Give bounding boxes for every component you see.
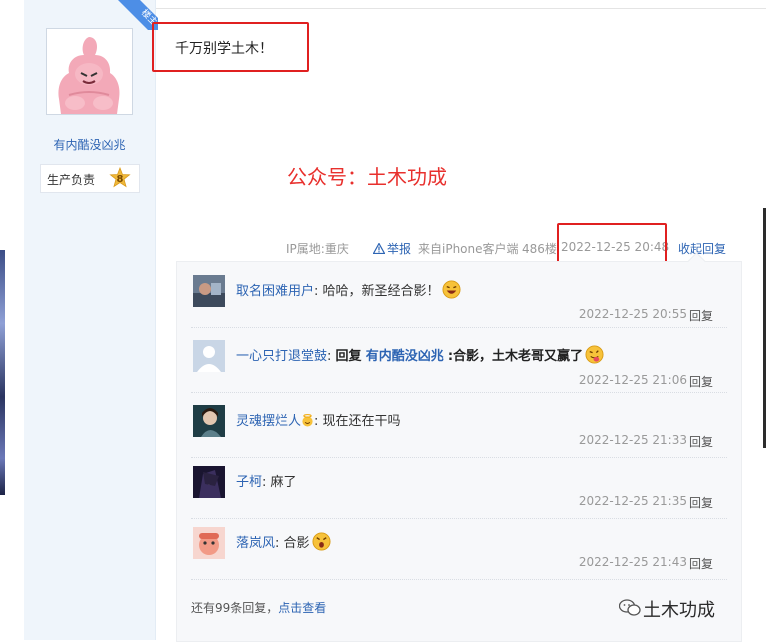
tongue-emoji-icon xyxy=(585,345,604,364)
reply-item: 灵魂摆烂人: 现在还在干吗 2022-12-25 21:33 回复 xyxy=(191,405,727,458)
reply-item: 一心只打退堂鼓: 回复 有内酷没凶兆 :合影，土木老哥又赢了 2022-12-2… xyxy=(191,340,727,393)
reply-item: 取名困难用户: 哈哈，新圣经合影！ 2022-12-25 20:55 回复 xyxy=(191,275,727,328)
left-edge-image-fragment xyxy=(0,250,5,495)
level-title: 生产负责 xyxy=(47,173,96,187)
ip-location: IP属地:重庆 xyxy=(286,242,349,256)
reply-username[interactable]: 落岚风 xyxy=(236,536,275,551)
reply-text: 子柯: 麻了 xyxy=(236,475,297,490)
reply-time: 2022-12-25 20:55 xyxy=(578,307,687,321)
reply-body: 哈哈，新圣经合影！ xyxy=(322,284,440,299)
reply-button[interactable]: 回复 xyxy=(689,555,713,572)
author-name-link[interactable]: 有内酷没凶兆 xyxy=(24,136,155,153)
angel-emoji-icon xyxy=(302,414,313,427)
red-overlay-text: 公众号：土木功成 xyxy=(287,165,447,189)
reply-avatar[interactable] xyxy=(193,340,225,372)
reply-mention[interactable]: 有内酷没凶兆 xyxy=(366,349,444,364)
level-number: 8 xyxy=(117,174,124,185)
reply-avatar[interactable] xyxy=(193,405,225,437)
reply-button[interactable]: 回复 xyxy=(689,373,713,390)
reply-time: 2022-12-25 21:33 xyxy=(578,433,687,447)
level-badge: 生产负责 8 xyxy=(40,164,140,193)
reply-body: 合影 xyxy=(283,536,310,551)
reply-body: 现在还在干吗 xyxy=(322,414,401,429)
reply-button[interactable]: 回复 xyxy=(689,433,713,450)
wechat-icon xyxy=(619,599,641,616)
reply-username[interactable]: 取名困难用户 xyxy=(236,284,314,299)
level-star-icon: 8 xyxy=(109,167,131,188)
laugh-emoji-icon xyxy=(442,280,461,299)
reply-panel: 取名困难用户: 哈哈，新圣经合影！ 2022-12-25 20:55 回复 一心… xyxy=(176,261,742,642)
reply-time: 2022-12-25 21:06 xyxy=(578,373,687,387)
reply-prefix: 回复 xyxy=(335,349,362,364)
warning-icon xyxy=(373,243,385,254)
author-sidebar: 有内酷没凶兆 生产负责 8 xyxy=(24,0,156,640)
buu-avatar-image xyxy=(47,29,132,114)
client-source: 来自iPhone客户端 xyxy=(418,242,519,256)
report-link[interactable]: 举报 xyxy=(373,240,411,257)
surprised-emoji-icon xyxy=(312,532,331,551)
highlight-box-content xyxy=(152,22,309,72)
reply-body: :合影，土木老哥又赢了 xyxy=(447,349,584,364)
reply-username[interactable]: 灵魂摆烂人 xyxy=(236,414,301,429)
reply-item: 子柯: 麻了 2022-12-25 21:35 回复 xyxy=(191,466,727,519)
reply-text: 落岚风: 合影 xyxy=(236,532,331,551)
more-replies-text: 还有99条回复， xyxy=(191,601,279,615)
author-avatar[interactable] xyxy=(46,28,133,115)
reply-text: 一心只打退堂鼓: 回复 有内酷没凶兆 :合影，土木老哥又赢了 xyxy=(236,345,604,364)
view-more-link[interactable]: 点击查看 xyxy=(278,601,326,615)
more-replies: 还有99条回复，点击查看 xyxy=(191,599,326,616)
reply-button[interactable]: 回复 xyxy=(689,307,713,324)
account-watermark: 土木功成 xyxy=(643,600,715,621)
reply-username[interactable]: 子柯 xyxy=(236,475,262,490)
reply-avatar[interactable] xyxy=(193,527,225,559)
reply-time: 2022-12-25 21:43 xyxy=(578,555,687,569)
reply-text: 取名困难用户: 哈哈，新圣经合影！ xyxy=(236,280,461,299)
reply-body: 麻了 xyxy=(270,475,297,490)
reply-button[interactable]: 回复 xyxy=(689,494,713,511)
collapse-replies-link[interactable]: 收起回复 xyxy=(678,240,726,257)
report-label: 举报 xyxy=(387,242,412,256)
reply-avatar[interactable] xyxy=(193,275,225,307)
reply-item: 落岚风: 合影 2022-12-25 21:43 回复 xyxy=(191,527,727,580)
floor-number: 486楼 xyxy=(522,242,557,256)
reply-username[interactable]: 一心只打退堂鼓 xyxy=(236,349,327,364)
highlight-box-time xyxy=(557,223,667,264)
reply-avatar[interactable] xyxy=(193,466,225,498)
reply-time: 2022-12-25 21:35 xyxy=(578,494,687,508)
reply-text: 灵魂摆烂人: 现在还在干吗 xyxy=(236,414,401,429)
